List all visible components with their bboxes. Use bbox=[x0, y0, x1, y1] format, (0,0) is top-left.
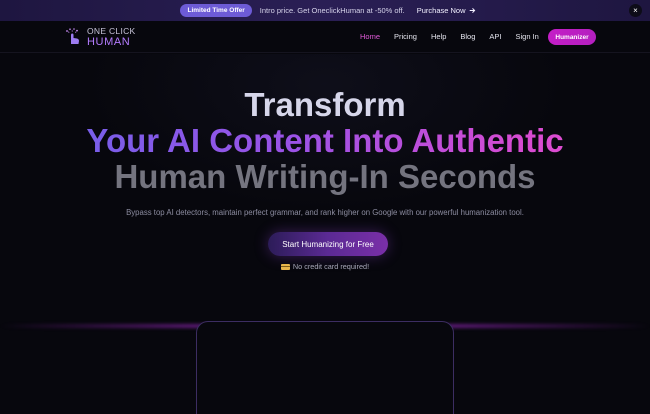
nav-item-help[interactable]: Help bbox=[431, 32, 446, 41]
brand-logo[interactable]: ONE CLICK HUMAN bbox=[64, 27, 136, 48]
hero-headline-line2: Your AI Content Into Authentic bbox=[0, 124, 650, 157]
nav-item-sign-in[interactable]: Sign In bbox=[516, 32, 539, 41]
hero-headline-line1: Transform bbox=[244, 86, 406, 123]
brand-name-bottom: HUMAN bbox=[87, 35, 131, 48]
hero-subtitle: Bypass top AI detectors, maintain perfec… bbox=[126, 208, 524, 217]
nav-item-blog[interactable]: Blog bbox=[460, 32, 475, 41]
nav-item-api[interactable]: API bbox=[489, 32, 501, 41]
announcement-text: Intro price. Get OneclickHuman at -50% o… bbox=[259, 6, 405, 15]
nav-item-pricing[interactable]: Pricing bbox=[394, 32, 417, 41]
close-announcement-button[interactable]: × bbox=[629, 4, 642, 17]
no-credit-card-text: No credit card required! bbox=[292, 262, 370, 271]
main-nav: ONE CLICK HUMAN Home Pricing Help Blog A… bbox=[0, 21, 650, 53]
arrow-right-icon bbox=[469, 8, 475, 13]
hero-headline-line3: Human Writing-In Seconds bbox=[114, 158, 536, 195]
purchase-now-link[interactable]: Purchase Now bbox=[417, 6, 476, 15]
preview-panel bbox=[196, 321, 454, 414]
hand-cursor-logo-icon bbox=[66, 28, 79, 45]
close-icon: × bbox=[633, 5, 638, 15]
humanizer-button[interactable]: Humanizer bbox=[548, 29, 596, 45]
start-humanizing-button[interactable]: Start Humanizing for Free bbox=[268, 232, 388, 256]
purchase-now-label: Purchase Now bbox=[416, 6, 466, 15]
nav-item-home[interactable]: Home bbox=[360, 32, 380, 41]
credit-card-icon bbox=[280, 264, 290, 271]
no-credit-card-note: No credit card required! bbox=[0, 262, 650, 271]
nav-links: Home Pricing Help Blog API Sign In bbox=[360, 32, 553, 41]
announcement-bar: Limited Time Offer Intro price. Get Onec… bbox=[0, 0, 650, 21]
offer-badge: Limited Time Offer bbox=[180, 4, 252, 17]
brand-name-top: ONE CLICK bbox=[87, 26, 136, 36]
